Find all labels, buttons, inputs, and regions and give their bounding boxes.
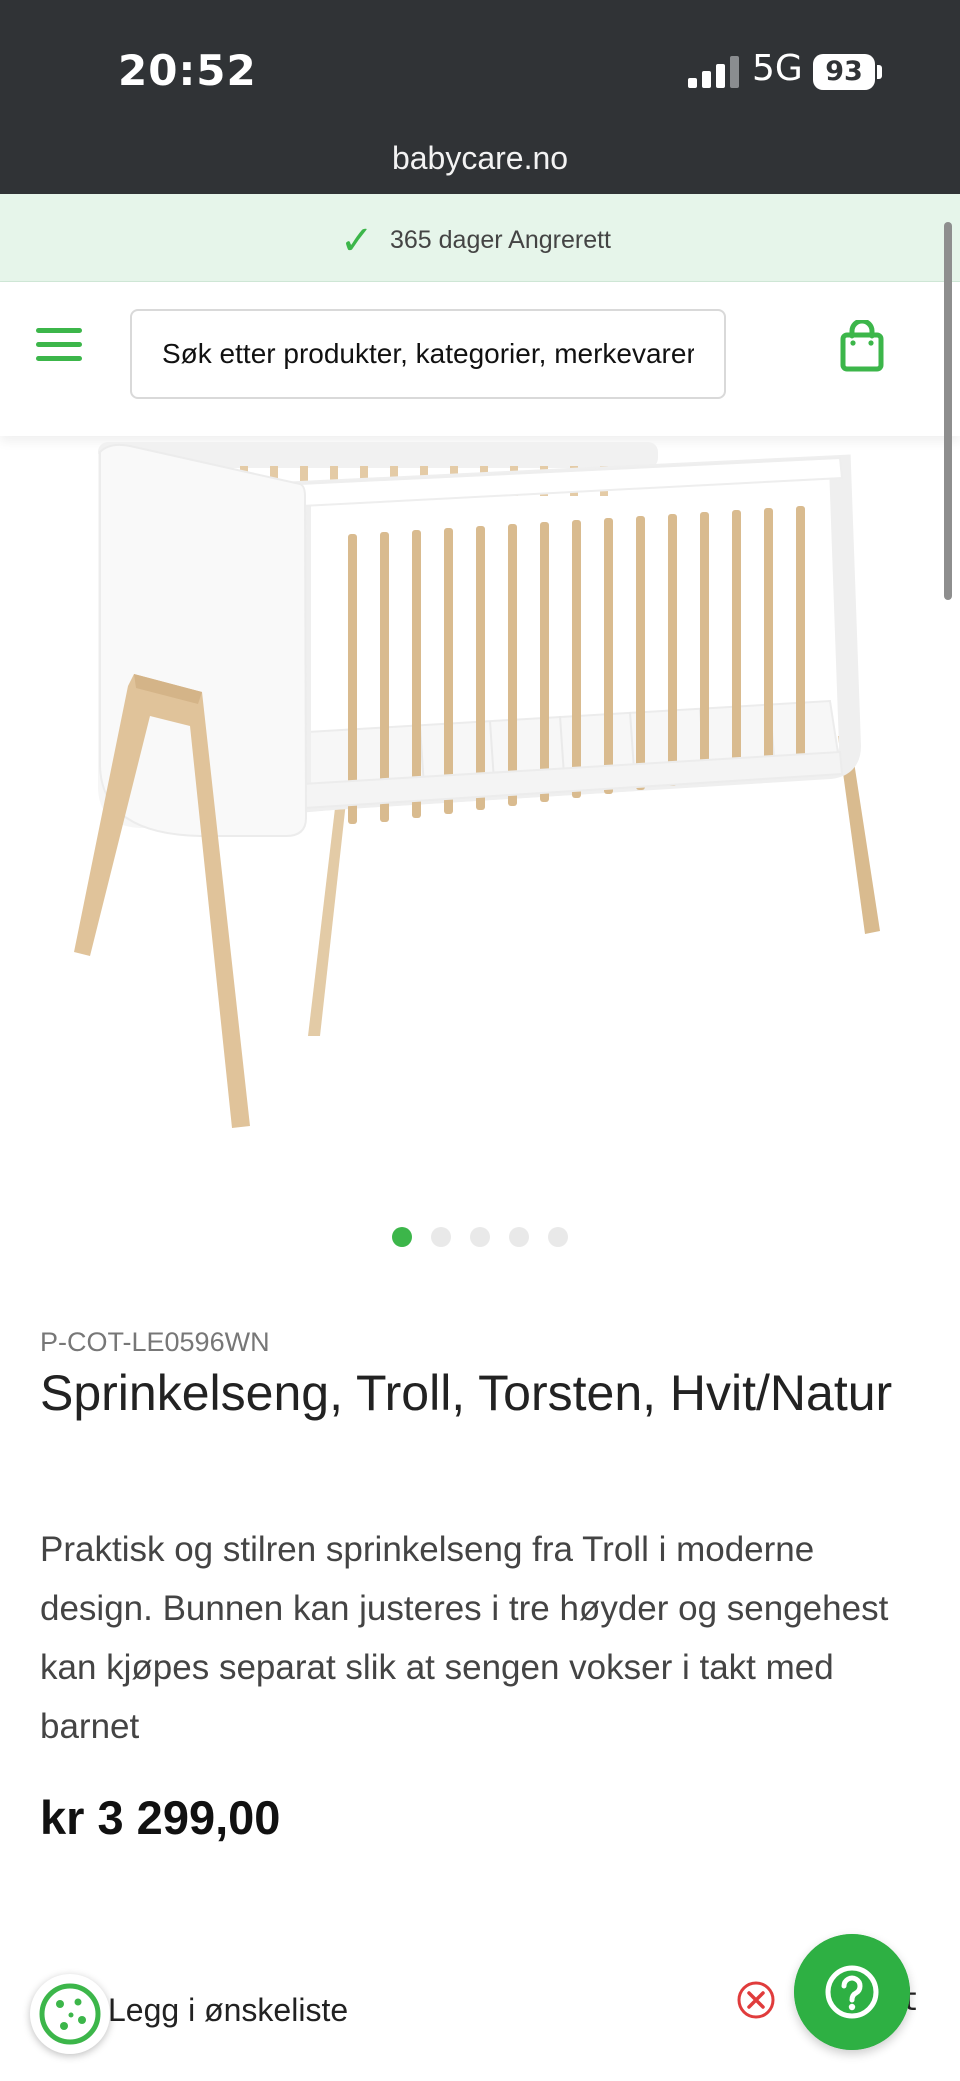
carousel-dot-4[interactable] <box>509 1227 529 1247</box>
product-sku: P-COT-LE0596WN <box>40 1327 270 1357</box>
carousel-dots <box>392 1227 568 1247</box>
search-input[interactable] <box>130 309 726 399</box>
page-scrollbar[interactable] <box>944 222 952 600</box>
battery-nub <box>877 65 882 79</box>
status-time: 20:52 <box>118 46 257 95</box>
product-image[interactable] <box>50 436 910 1176</box>
signal-icon <box>688 56 739 88</box>
hamburger-menu-icon[interactable] <box>36 328 82 362</box>
shopping-bag-icon[interactable] <box>840 320 884 372</box>
carousel-dot-2[interactable] <box>431 1227 451 1247</box>
product-title: Sprinkelseng, Troll, Torsten, Hvit/Natur <box>40 1365 893 1421</box>
network-type: 5G <box>752 48 803 89</box>
carousel-dot-5[interactable] <box>548 1227 568 1247</box>
add-to-wishlist-button[interactable]: Legg i ønskeliste <box>108 1992 348 2029</box>
status-bar: 20:52 5G 93 babycare.no <box>0 0 960 194</box>
product-description: Praktisk og stilren sprinkelseng fra Tro… <box>40 1530 889 1746</box>
checkmark-icon: ✓ <box>340 218 374 264</box>
cookie-settings-icon[interactable] <box>30 1974 110 2054</box>
carousel-dot-3[interactable] <box>470 1227 490 1247</box>
promo-text: 365 dager Angrerett <box>390 226 611 254</box>
address-bar-url[interactable]: babycare.no <box>0 140 960 177</box>
close-icon[interactable] <box>736 1980 776 2020</box>
battery-icon: 93 <box>813 54 875 90</box>
help-chat-button[interactable] <box>794 1934 910 2050</box>
carousel-dot-1[interactable] <box>392 1227 412 1247</box>
product-price: kr 3 299,00 <box>40 1791 281 1844</box>
